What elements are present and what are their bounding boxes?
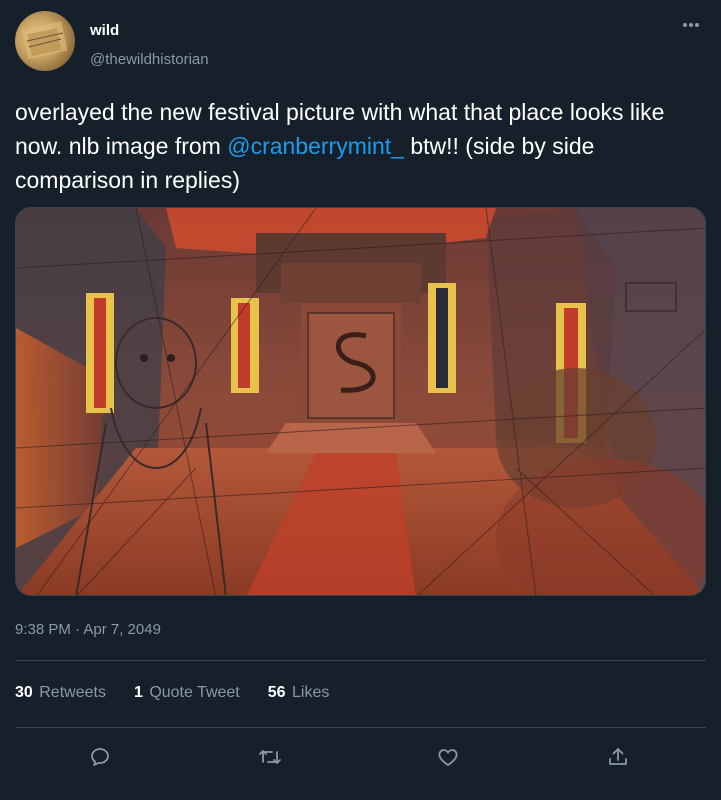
tweet-detail: wild @thewildhistorian overlayed the new… [0, 0, 721, 800]
author-name[interactable]: wild [90, 22, 119, 39]
quote-tweets-label: Quote Tweet [149, 684, 240, 701]
action-bar [0, 740, 721, 774]
likes-label: Likes [292, 684, 330, 701]
banner-left-1 [86, 293, 114, 413]
tweet-timestamp[interactable]: 9:38 PM · Apr 7, 2049 [15, 621, 161, 638]
retweet-button[interactable] [253, 740, 287, 774]
share-icon [609, 748, 627, 765]
avatar[interactable] [15, 11, 75, 71]
retweets-label: Retweets [39, 684, 106, 701]
reply-button[interactable] [83, 740, 117, 774]
reply-icon [91, 748, 109, 766]
more-icon [683, 23, 699, 27]
author-handle[interactable]: @thewildhistorian [90, 51, 209, 68]
like-icon [438, 749, 458, 766]
tweet-text: overlayed the new festival picture with … [15, 95, 705, 197]
retweets-count: 30 [15, 684, 33, 701]
quote-tweets-stat[interactable]: 1 Quote Tweet [134, 684, 240, 702]
more-button[interactable] [676, 14, 706, 36]
like-button[interactable] [431, 740, 465, 774]
retweets-stat[interactable]: 30 Retweets [15, 684, 106, 702]
quote-tweets-count: 1 [133, 684, 143, 701]
mention-link[interactable]: @cranberrymint_ [227, 133, 404, 159]
divider [15, 660, 706, 661]
engagement-stats: 30 Retweets 1 Quote Tweet 56 Likes [15, 684, 329, 702]
likes-stat[interactable]: 56 Likes [268, 684, 330, 702]
divider [15, 727, 706, 728]
retweet-icon [259, 750, 281, 764]
tweet-image[interactable] [15, 207, 706, 596]
share-button[interactable] [601, 740, 635, 774]
likes-count: 56 [267, 684, 286, 701]
